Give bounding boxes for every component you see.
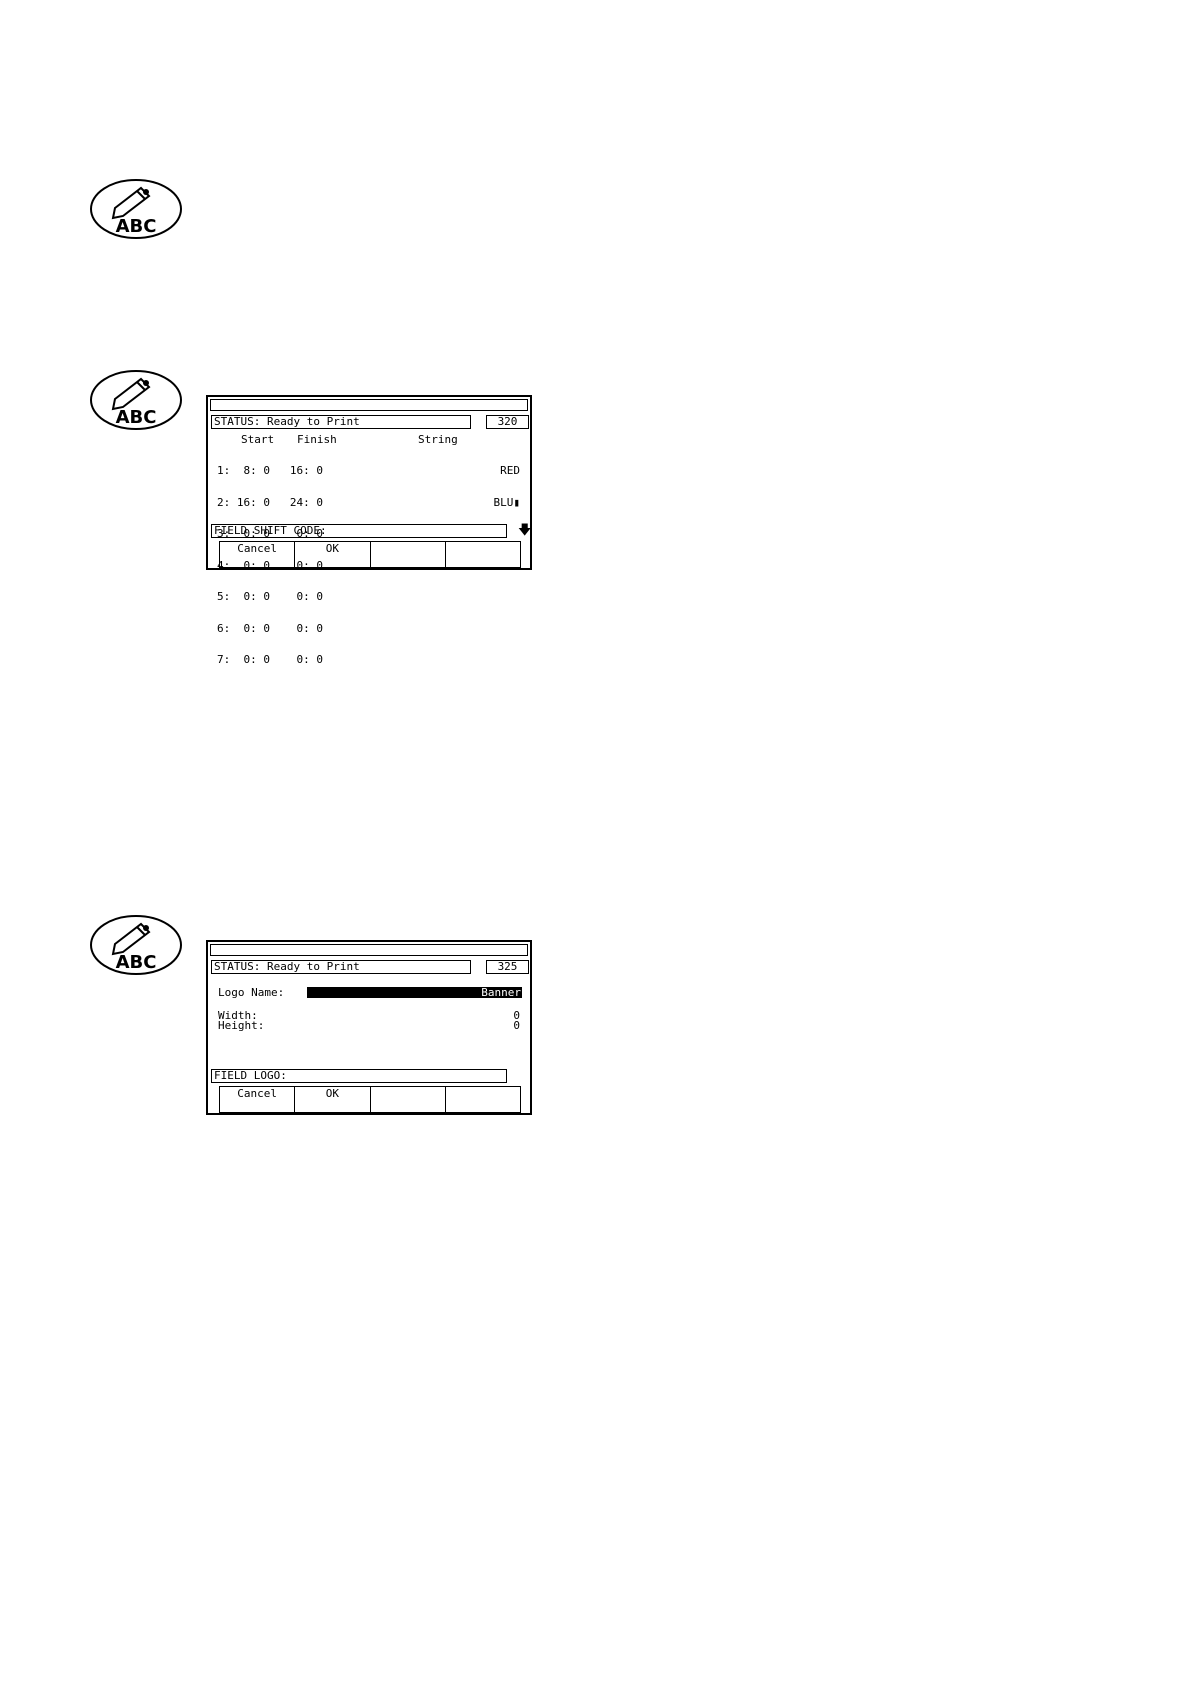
string-column: RED BLU▮: [494, 445, 521, 529]
softkey-3[interactable]: [371, 1087, 446, 1112]
cancel-button[interactable]: Cancel: [220, 1087, 296, 1112]
cancel-button[interactable]: Cancel: [220, 542, 296, 567]
logo-name-label: Logo Name:: [218, 986, 285, 999]
abc-icon-text: ABC: [116, 407, 157, 428]
field-label: FIELD LOGO:: [211, 1069, 507, 1083]
height-label: Height:: [218, 1019, 265, 1032]
column-header-start: Start: [241, 433, 275, 446]
table-row[interactable]: 6: 0: 0 0: 0: [217, 623, 323, 635]
softkey-bar: Cancel OK: [219, 541, 521, 568]
status-bar: STATUS: Ready to Print: [211, 960, 471, 974]
arrow-down-icon: 🡇: [518, 523, 532, 538]
softkey-4[interactable]: [446, 542, 520, 567]
lcd-screen-320: STATUS: Ready to Print 320 Start Finish …: [206, 395, 532, 665]
height-value[interactable]: 0: [513, 1020, 520, 1031]
table-row[interactable]: 1: 8: 0 16: 0: [217, 465, 323, 477]
abc-pencil-icon: ABC: [89, 369, 183, 431]
softkey-bar: Cancel OK: [219, 1086, 521, 1113]
lcd-title-bar: [210, 944, 528, 956]
table-row[interactable]: 5: 0: 0 0: 0: [217, 591, 323, 603]
string-value[interactable]: RED: [494, 465, 520, 477]
softkey-4[interactable]: [446, 1087, 520, 1112]
logo-name-input[interactable]: Banner: [307, 987, 522, 998]
table-row[interactable]: 2: 16: 0 24: 0: [217, 497, 323, 509]
lcd-screen-325: STATUS: Ready to Print 325 Logo Name: Ba…: [206, 940, 532, 1115]
abc-pencil-icon: ABC: [89, 178, 183, 240]
column-header-finish: Finish: [297, 433, 337, 446]
ok-button[interactable]: OK: [295, 542, 371, 567]
screen-number: 325: [486, 960, 529, 974]
abc-pencil-icon: ABC: [89, 914, 183, 976]
screen-number: 320: [486, 415, 529, 429]
ok-button[interactable]: OK: [295, 1087, 371, 1112]
abc-icon-text: ABC: [116, 952, 157, 973]
lcd-title-bar: [210, 399, 528, 411]
status-bar: STATUS: Ready to Print: [211, 415, 471, 429]
softkey-3[interactable]: [371, 542, 446, 567]
field-label: FIELD SHIFT CODE:: [211, 524, 507, 538]
column-header-string: String: [418, 433, 458, 446]
string-value[interactable]: BLU▮: [494, 497, 521, 509]
abc-icon-text: ABC: [116, 216, 157, 237]
table-row[interactable]: 7: 0: 0 0: 0: [217, 654, 323, 666]
